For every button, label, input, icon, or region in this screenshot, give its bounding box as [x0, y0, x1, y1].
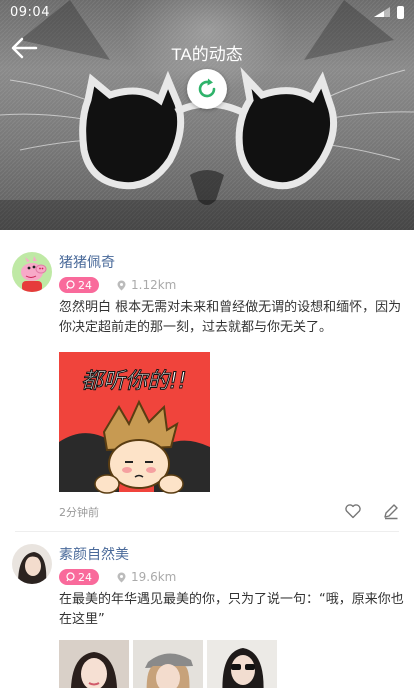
post-photo[interactable] [207, 640, 277, 688]
post-time: 2分钟前 [59, 506, 99, 519]
refresh-icon [198, 78, 216, 98]
distance: 19.6km [117, 570, 176, 584]
avatar[interactable] [12, 252, 52, 292]
signal-icon [374, 7, 390, 17]
post-photo[interactable] [59, 640, 129, 688]
comment-count-badge: 24 [59, 277, 99, 293]
comment-icon [66, 572, 75, 582]
distance: 1.12km [117, 278, 176, 292]
post-meta: 24 19.6km [59, 568, 414, 586]
avatar[interactable] [12, 544, 52, 584]
page-title: TA的动态 [171, 45, 243, 64]
profile-cover: 09:04 TA的动态 [0, 0, 414, 230]
image-caption: 都听你的!! [81, 369, 187, 394]
location-pin-icon [117, 280, 126, 290]
post-photo-grid [59, 640, 414, 688]
refresh-button[interactable] [187, 69, 227, 109]
comment-count: 24 [78, 570, 92, 584]
post-text: 忽然明白 根本无需对未来和曾经做无谓的设想和缅怀，因为你决定超前走的那一刻，过去… [59, 300, 402, 335]
distance-value: 19.6km [131, 570, 177, 584]
status-time: 09:04 [10, 4, 50, 20]
photo-woman-2 [133, 640, 203, 688]
distance-value: 1.12km [131, 278, 177, 292]
cartoon-boy-image: 都听你的!! [59, 352, 210, 502]
comment-count: 24 [78, 278, 92, 292]
post-divider [15, 531, 399, 532]
battery-icon [397, 5, 404, 19]
like-button[interactable] [344, 502, 362, 520]
post-meta: 24 1.12km [59, 276, 414, 294]
location-pin-icon [117, 572, 126, 582]
feed-post: 素颜自然美 24 19.6km 在最美的年华遇见最美的你，只为了说一句：“哦，原… [0, 544, 414, 688]
comment-icon [66, 280, 75, 290]
post-text: 在最美的年华遇见最美的你，只为了说一句：“哦，原来你也在这里” [59, 592, 404, 627]
feed: 猪猪佩奇 24 1.12km 忽然明白 根本无需对未来和曾经做无谓的设想和缅怀，… [0, 230, 414, 688]
edit-button[interactable] [382, 502, 400, 520]
author-name[interactable]: 素颜自然美 [59, 544, 414, 562]
post-photo[interactable] [133, 640, 203, 688]
comment-count-badge: 24 [59, 569, 99, 585]
photo-woman-3 [207, 640, 277, 688]
photo-woman-1 [59, 640, 129, 688]
status-bar: 09:04 [0, 0, 414, 24]
post-image[interactable]: 都听你的!! [59, 352, 210, 502]
feed-post: 猪猪佩奇 24 1.12km 忽然明白 根本无需对未来和曾经做无谓的设想和缅怀，… [0, 230, 414, 530]
peppa-avatar-image [12, 252, 52, 292]
woman-avatar-image [12, 544, 52, 584]
post-actions [344, 502, 400, 520]
cat-cover-image [0, 0, 414, 230]
author-name[interactable]: 猪猪佩奇 [59, 252, 414, 270]
